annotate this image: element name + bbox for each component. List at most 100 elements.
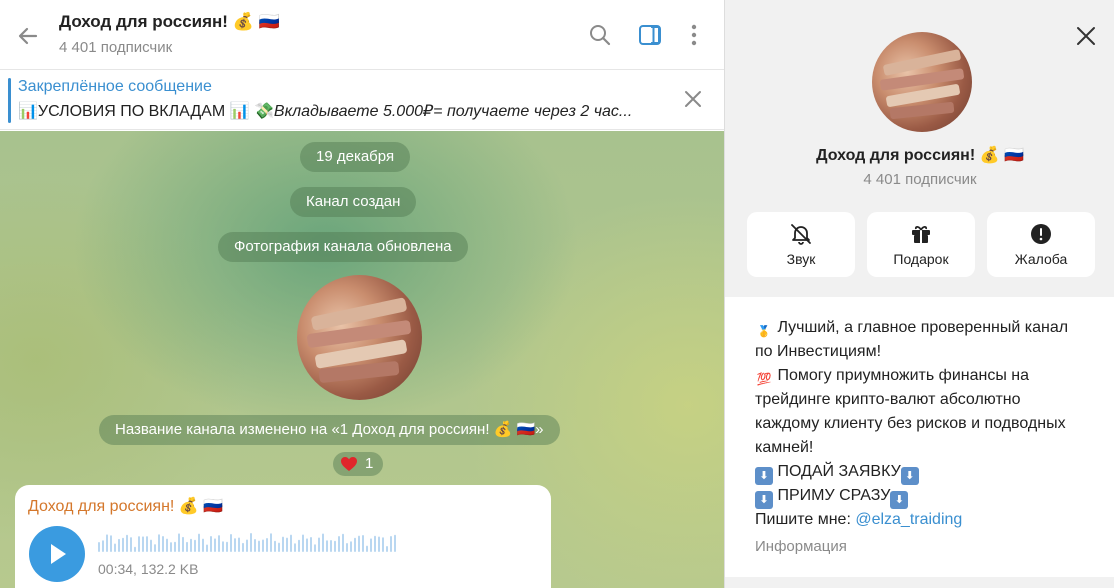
channel-avatar[interactable] xyxy=(872,32,972,132)
waveform-bar xyxy=(146,536,148,552)
waveform-bar xyxy=(234,538,236,552)
info-header: Доход для россиян! 💰 🇷🇺 4 401 подписчик … xyxy=(725,0,1114,297)
waveform-bar xyxy=(286,537,288,552)
service-message-photo-updated: Фотография канала обновлена xyxy=(218,232,468,262)
waveform-bar xyxy=(154,544,156,552)
search-icon[interactable] xyxy=(587,22,613,48)
desc-line: камней! xyxy=(755,439,814,456)
waveform-bar xyxy=(98,542,100,552)
waveform-bar xyxy=(102,540,104,552)
waveform-bar xyxy=(170,542,172,552)
waveform-bar xyxy=(198,533,200,552)
mute-label: Звук xyxy=(786,251,816,267)
report-label: Жалоба xyxy=(1014,251,1068,267)
pinned-text: 📊УСЛОВИЯ ПО ВКЛАДАМ 📊 💸Вкладываете 5.000… xyxy=(18,101,658,121)
waveform-bar xyxy=(114,543,116,552)
chat-header: Доход для россиян! 💰 🇷🇺 4 401 подписчик xyxy=(0,0,724,70)
waveform-bar xyxy=(182,536,184,552)
waveform-bar xyxy=(330,540,332,552)
waveform-bar xyxy=(162,536,164,552)
waveform-bar xyxy=(110,535,112,552)
waveform-bar xyxy=(346,542,348,552)
down-arrow-icon: ⬇ xyxy=(755,491,773,509)
chat-pane: Доход для россиян! 💰 🇷🇺 4 401 подписчик … xyxy=(0,0,724,588)
pinned-message-bar[interactable]: Закреплённое сообщение 📊УСЛОВИЯ ПО ВКЛАД… xyxy=(0,70,724,130)
waveform-bar xyxy=(202,538,204,552)
waveform-bar xyxy=(130,537,132,552)
waveform-bar xyxy=(246,539,248,552)
waveform-bar xyxy=(318,537,320,552)
mute-button[interactable]: Звук xyxy=(747,212,855,277)
waveform-bar xyxy=(218,535,220,552)
pinned-title: Закреплённое сообщение xyxy=(18,78,212,95)
message-author[interactable]: Доход для россиян! 💰 🇷🇺 xyxy=(28,496,223,516)
waveform-bar xyxy=(126,534,128,552)
reaction-count: 1 xyxy=(365,455,374,472)
play-icon xyxy=(51,544,66,564)
waveform-bar xyxy=(374,535,376,552)
info-channel-title: Доход для россиян! 💰 🇷🇺 xyxy=(816,147,1024,164)
sidebar-toggle-icon[interactable] xyxy=(637,22,663,48)
close-icon[interactable] xyxy=(1073,23,1099,49)
waveform-bar xyxy=(250,533,252,552)
waveform-bar xyxy=(214,538,216,552)
bell-off-icon xyxy=(791,224,811,245)
waveform-bar xyxy=(370,538,372,552)
waveform-bar xyxy=(230,533,232,552)
hundred-points-icon: 💯 xyxy=(756,372,772,386)
close-pinned-icon[interactable] xyxy=(680,86,706,112)
reaction-badge[interactable]: 1 xyxy=(333,452,383,476)
more-menu-icon[interactable] xyxy=(681,22,707,48)
channel-info-panel: Доход для россиян! 💰 🇷🇺 4 401 подписчик … xyxy=(724,0,1114,588)
desc-line: Пишите мне: @elza_traiding xyxy=(755,511,963,528)
waveform-bar xyxy=(310,537,312,552)
waveform-bar xyxy=(262,539,264,552)
voice-waveform[interactable] xyxy=(98,530,398,552)
info-subscriber-count: 4 401 подписчик xyxy=(863,171,977,188)
waveform-bar xyxy=(366,545,368,552)
waveform-bar xyxy=(334,540,336,552)
waveform-bar xyxy=(362,535,364,552)
waveform-bar xyxy=(166,538,168,552)
gift-label: Подарок xyxy=(893,251,949,267)
contact-link[interactable]: @elza_traiding xyxy=(855,511,962,528)
desc-line: ⬇ ПРИМУ СРАЗУ ⬇ xyxy=(755,487,909,509)
waveform-bar xyxy=(138,536,140,552)
voice-message: Доход для россиян! 💰 🇷🇺 00:34, 132.2 KB xyxy=(15,485,551,588)
info-label: Информация xyxy=(755,538,847,555)
chat-title[interactable]: Доход для россиян! 💰 🇷🇺 xyxy=(59,12,280,32)
waveform-bar xyxy=(282,536,284,552)
waveform-bar xyxy=(106,534,108,552)
waveform-bar xyxy=(394,534,396,552)
back-arrow-icon[interactable] xyxy=(14,22,42,50)
desc-line: трейдинге крипто-валют абсолютно xyxy=(755,391,1021,408)
waveform-bar xyxy=(294,543,296,552)
gift-button[interactable]: Подарок xyxy=(867,212,975,277)
report-button[interactable]: Жалоба xyxy=(987,212,1095,277)
waveform-bar xyxy=(142,536,144,552)
waveform-bar xyxy=(266,538,268,552)
waveform-bar xyxy=(350,541,352,552)
service-message-renamed: Название канала изменено на «1 Доход для… xyxy=(99,415,560,445)
gift-icon xyxy=(912,225,930,243)
waveform-bar xyxy=(386,545,388,552)
waveform-bar xyxy=(382,537,384,552)
waveform-bar xyxy=(194,539,196,552)
pinned-text-main: 📊УСЛОВИЯ ПО ВКЛАДАМ 📊 💸 xyxy=(18,103,274,120)
waveform-bar xyxy=(326,540,328,552)
desc-line: каждому клиенту без рисков и подводных xyxy=(755,415,1066,432)
waveform-bar xyxy=(278,542,280,552)
desc-line: 🥇 Лучший, а главное проверенный канал xyxy=(755,319,1068,341)
play-button[interactable] xyxy=(29,526,85,582)
service-message-created: Канал создан xyxy=(290,187,417,217)
desc-line: ⬇ ПОДАЙ ЗАЯВКУ ⬇ xyxy=(755,463,919,485)
waveform-bar xyxy=(190,538,192,552)
waveform-bar xyxy=(206,544,208,552)
channel-photo[interactable] xyxy=(297,275,422,400)
medal-icon: 🥇 xyxy=(757,326,771,338)
pinned-indicator xyxy=(8,78,11,123)
waveform-bar xyxy=(186,541,188,552)
chat-subscriber-count: 4 401 подписчик xyxy=(59,39,173,56)
waveform-bar xyxy=(290,534,292,552)
waveform-bar xyxy=(378,536,380,552)
